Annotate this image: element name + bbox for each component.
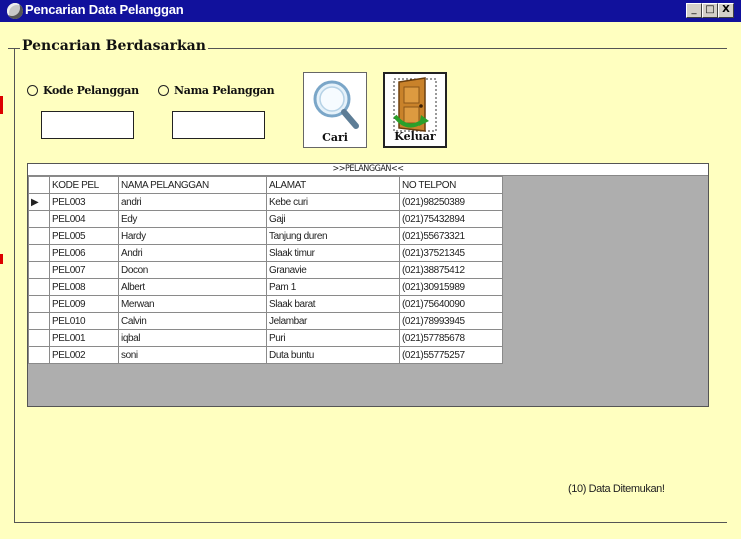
table-cell[interactable]: (021)37521345 <box>399 244 503 262</box>
table-cell[interactable]: PEL006 <box>49 244 119 262</box>
title-bar[interactable]: Pencarian Data Pelanggan _ □ X <box>0 0 741 22</box>
table-cell[interactable]: (021)57785678 <box>399 329 503 347</box>
table-cell[interactable]: PEL001 <box>49 329 119 347</box>
table-cell[interactable]: Albert <box>118 278 267 296</box>
search-group-caption: Pencarian Berdasarkan <box>20 38 208 54</box>
table-cell[interactable]: Andri <box>118 244 267 262</box>
table-cell[interactable]: (021)55673321 <box>399 227 503 245</box>
table-cell[interactable]: Pam 1 <box>266 278 400 296</box>
table-cell[interactable]: soni <box>118 346 267 364</box>
table-cell[interactable]: (021)30915989 <box>399 278 503 296</box>
search-customer-window: Pencarian Data Pelanggan _ □ X Pencarian… <box>0 0 741 539</box>
table-cell[interactable]: Puri <box>266 329 400 347</box>
table-row[interactable]: PEL006 Andri Slaak timur (021)37521345 <box>28 244 503 262</box>
table-row[interactable]: ▶ PEL003 andri Kebe curi (021)98250389 <box>28 193 503 211</box>
table-cell[interactable]: (021)38875412 <box>399 261 503 279</box>
edge-artifact <box>0 254 3 264</box>
row-selector-header <box>28 176 50 194</box>
row-selector[interactable] <box>28 312 50 330</box>
table-cell[interactable]: Gaji <box>266 210 400 228</box>
pelanggan-grid[interactable]: >>PELANGGAN<< KODE PEL NAMA PELANGGAN AL… <box>27 163 709 407</box>
row-selector[interactable] <box>28 210 50 228</box>
table-cell[interactable]: (021)55775257 <box>399 346 503 364</box>
cari-label: Cari <box>322 131 348 144</box>
radio-kode-label: Kode Pelanggan <box>43 84 139 97</box>
cari-button[interactable]: Cari <box>303 72 367 148</box>
table-cell[interactable]: (021)98250389 <box>399 193 503 211</box>
keluar-label: Keluar <box>394 130 436 143</box>
table-row[interactable]: PEL009 Merwan Slaak barat (021)75640090 <box>28 295 503 313</box>
row-selector[interactable] <box>28 346 50 364</box>
table-cell[interactable]: Edy <box>118 210 267 228</box>
grid-caption: >>PELANGGAN<< <box>28 164 708 176</box>
pelanggan-table: KODE PEL NAMA PELANGGAN ALAMAT NO TELPON… <box>28 176 503 364</box>
radio-kode-pelanggan[interactable]: Kode Pelanggan <box>27 84 139 97</box>
table-cell[interactable]: iqbal <box>118 329 267 347</box>
table-cell[interactable]: PEL010 <box>49 312 119 330</box>
row-selector[interactable] <box>28 227 50 245</box>
table-cell[interactable]: Slaak barat <box>266 295 400 313</box>
table-cell[interactable]: PEL009 <box>49 295 119 313</box>
radio-nama-pelanggan[interactable]: Nama Pelanggan <box>158 84 275 97</box>
table-cell[interactable]: Calvin <box>118 312 267 330</box>
radio-circle[interactable] <box>158 85 169 96</box>
table-cell[interactable]: PEL008 <box>49 278 119 296</box>
table-cell[interactable]: Jelambar <box>266 312 400 330</box>
kode-pelanggan-input[interactable] <box>41 111 134 139</box>
table-cell[interactable]: PEL003 <box>49 193 119 211</box>
table-cell[interactable]: andri <box>118 193 267 211</box>
table-cell[interactable]: Granavie <box>266 261 400 279</box>
table-cell[interactable]: (021)75640090 <box>399 295 503 313</box>
column-header[interactable]: NO TELPON <box>399 176 503 194</box>
result-count-label: (10) Data Ditemukan! <box>568 483 665 495</box>
table-row[interactable]: PEL005 Hardy Tanjung duren (021)55673321 <box>28 227 503 245</box>
row-selector[interactable] <box>28 278 50 296</box>
table-row[interactable]: PEL001 iqbal Puri (021)57785678 <box>28 329 503 347</box>
close-button[interactable]: X <box>718 3 734 18</box>
table-header-row: KODE PEL NAMA PELANGGAN ALAMAT NO TELPON <box>28 176 503 194</box>
magnifier-icon <box>313 80 359 129</box>
table-cell[interactable]: PEL007 <box>49 261 119 279</box>
minimize-button[interactable]: _ <box>686 3 702 18</box>
table-cell[interactable]: Docon <box>118 261 267 279</box>
exit-door-icon <box>393 77 437 132</box>
table-row[interactable]: PEL004 Edy Gaji (021)75432894 <box>28 210 503 228</box>
column-header[interactable]: NAMA PELANGGAN <box>118 176 267 194</box>
table-cell[interactable]: Tanjung duren <box>266 227 400 245</box>
maximize-button[interactable]: □ <box>702 3 718 18</box>
keluar-button[interactable]: Keluar <box>383 72 447 148</box>
radio-nama-label: Nama Pelanggan <box>174 84 275 97</box>
edge-artifact <box>0 96 3 114</box>
window-title: Pencarian Data Pelanggan <box>25 2 184 17</box>
table-cell[interactable]: (021)78993945 <box>399 312 503 330</box>
row-selector-arrow-icon[interactable]: ▶ <box>28 193 50 211</box>
table-cell[interactable]: Slaak timur <box>266 244 400 262</box>
table-cell[interactable]: Duta buntu <box>266 346 400 364</box>
row-selector[interactable] <box>28 295 50 313</box>
nama-pelanggan-input[interactable] <box>172 111 265 139</box>
app-icon[interactable] <box>7 3 23 19</box>
table-cell[interactable]: Hardy <box>118 227 267 245</box>
column-header[interactable]: ALAMAT <box>266 176 400 194</box>
row-selector[interactable] <box>28 329 50 347</box>
table-row[interactable]: PEL007 Docon Granavie (021)38875412 <box>28 261 503 279</box>
table-row[interactable]: PEL008 Albert Pam 1 (021)30915989 <box>28 278 503 296</box>
table-cell[interactable]: Merwan <box>118 295 267 313</box>
table-cell[interactable]: PEL002 <box>49 346 119 364</box>
table-cell[interactable]: (021)75432894 <box>399 210 503 228</box>
table-row[interactable]: PEL010 Calvin Jelambar (021)78993945 <box>28 312 503 330</box>
column-header[interactable]: KODE PEL <box>49 176 119 194</box>
table-cell[interactable]: PEL005 <box>49 227 119 245</box>
table-row[interactable]: PEL002 soni Duta buntu (021)55775257 <box>28 346 503 364</box>
table-cell[interactable]: Kebe curi <box>266 193 400 211</box>
table-cell[interactable]: PEL004 <box>49 210 119 228</box>
row-selector[interactable] <box>28 261 50 279</box>
row-selector[interactable] <box>28 244 50 262</box>
radio-circle[interactable] <box>27 85 38 96</box>
